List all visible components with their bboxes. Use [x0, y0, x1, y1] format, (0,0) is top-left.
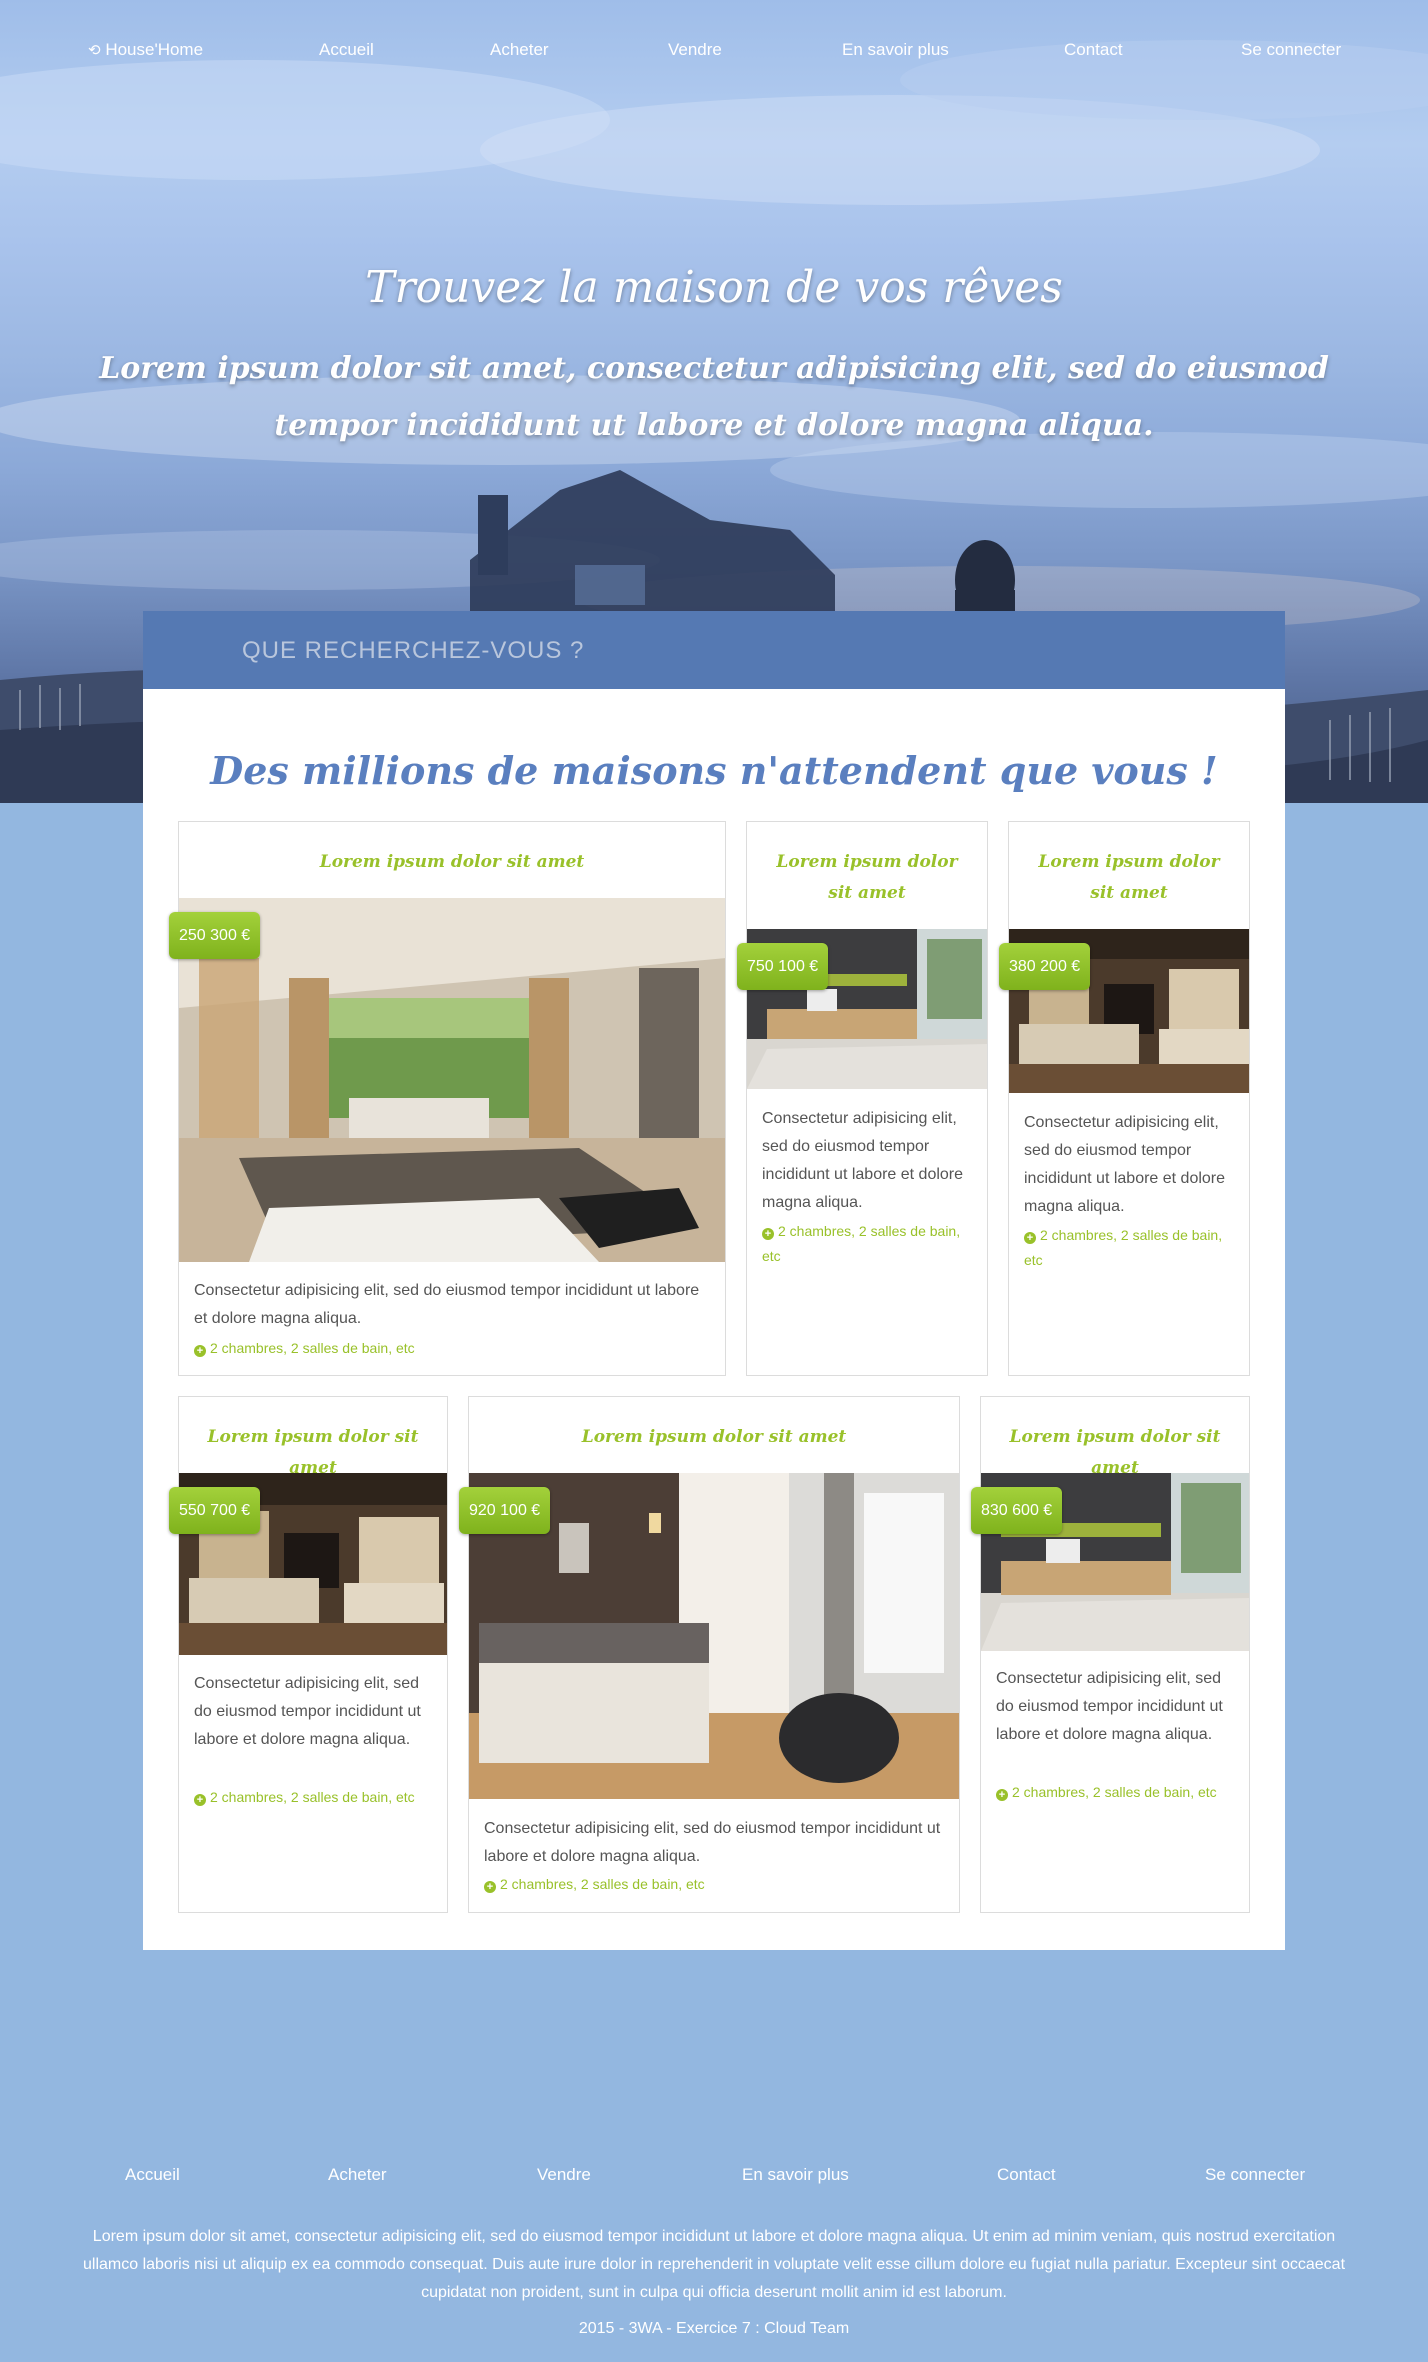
listing-description: Consectetur adipisicing elit, sed do eiu…	[194, 1282, 700, 1327]
price-badge: 920 100 €	[459, 1487, 551, 1534]
listings-heading: Des millions de maisons n'attendent que …	[210, 748, 1218, 793]
listing-features: +2 chambres, 2 salles de bain, etc	[996, 1780, 1239, 1805]
listing-description: Consectetur adipisicing elit, sed do eiu…	[194, 1675, 421, 1748]
listing-features: +2 chambres, 2 salles de bain, etc	[1024, 1223, 1239, 1273]
logo-text: House'Home	[105, 40, 204, 59]
search-bar[interactable]: QUE RECHERCHEZ-VOUS ?	[143, 611, 1285, 689]
listing-card[interactable]: Lorem ipsum dolor sit amet 550 700 € Con…	[169, 1396, 448, 1913]
price-badge: 380 200 €	[999, 943, 1091, 990]
listing-features: +2 chambres, 2 salles de bain, etc	[484, 1872, 949, 1897]
nav-item-accueil[interactable]: Accueil	[319, 40, 374, 60]
top-navigation: ⟲ House'Home Accueil Acheter Vendre En s…	[0, 40, 1428, 70]
price-badge: 250 300 €	[169, 912, 261, 959]
plus-circle-icon: +	[194, 1345, 206, 1357]
features-text: 2 chambres, 2 salles de bain, etc	[500, 1876, 705, 1892]
footer-text: Lorem ipsum dolor sit amet, consectetur …	[82, 2228, 1346, 2301]
footer-item-se-connecter[interactable]: Se connecter	[1205, 2165, 1305, 2185]
listing-title: Lorem ipsum dolor sit amet	[581, 1427, 847, 1447]
listing-description: Consectetur adipisicing elit, sed do eiu…	[484, 1820, 941, 1865]
price-badge: 550 700 €	[169, 1487, 261, 1534]
listing-description: Consectetur adipisicing elit, sed do eiu…	[762, 1110, 964, 1211]
plus-circle-icon: +	[996, 1789, 1008, 1801]
listing-card[interactable]: Lorem ipsum dolor sit amet 250 300 € Con…	[169, 821, 726, 1376]
nav-item-acheter[interactable]: Acheter	[490, 40, 549, 60]
listing-title: Lorem ipsum dolor sit amet	[319, 852, 585, 872]
listing-photo[interactable]	[179, 898, 725, 1262]
footer-copyright: 2015 - 3WA - Exercice 7 : Cloud Team	[578, 2320, 850, 2337]
plus-circle-icon: +	[1024, 1232, 1036, 1244]
features-text: 2 chambres, 2 salles de bain, etc	[762, 1223, 961, 1264]
plus-circle-icon: +	[194, 1794, 206, 1806]
features-text: 2 chambres, 2 salles de bain, etc	[1012, 1784, 1217, 1800]
plus-circle-icon: +	[762, 1228, 774, 1240]
footer-item-contact[interactable]: Contact	[997, 2165, 1056, 2185]
logo-link[interactable]: ⟲ House'Home	[88, 40, 203, 60]
hero-title: Trouvez la maison de vos rêves	[365, 262, 1063, 313]
listing-title: Lorem ipsum dolor sit amet	[1038, 852, 1220, 903]
search-label: QUE RECHERCHEZ-VOUS ?	[242, 637, 585, 664]
footer-navigation: Accueil Acheter Vendre En savoir plus Co…	[0, 2165, 1428, 2195]
plus-circle-icon: +	[484, 1881, 496, 1893]
features-text: 2 chambres, 2 salles de bain, etc	[210, 1789, 415, 1805]
listing-title: Lorem ipsum dolor sit amet	[776, 852, 958, 903]
features-text: 2 chambres, 2 salles de bain, etc	[210, 1340, 415, 1356]
features-text: 2 chambres, 2 salles de bain, etc	[1024, 1227, 1223, 1268]
nav-item-vendre[interactable]: Vendre	[668, 40, 722, 60]
nav-item-contact[interactable]: Contact	[1064, 40, 1123, 60]
refresh-icon: ⟲	[88, 42, 101, 59]
listing-description: Consectetur adipisicing elit, sed do eiu…	[996, 1670, 1223, 1743]
listing-card[interactable]: Lorem ipsum dolor sit amet 380 200 € Con…	[999, 821, 1250, 1376]
footer-item-en-savoir-plus[interactable]: En savoir plus	[742, 2165, 849, 2185]
hero-subtitle: Lorem ipsum dolor sit amet, consectetur …	[99, 351, 1329, 443]
footer-item-vendre[interactable]: Vendre	[537, 2165, 591, 2185]
nav-item-en-savoir-plus[interactable]: En savoir plus	[842, 40, 949, 60]
nav-item-se-connecter[interactable]: Se connecter	[1241, 40, 1341, 60]
listing-card[interactable]: Lorem ipsum dolor sit amet 750 100 € Con…	[737, 821, 988, 1376]
listing-features: +2 chambres, 2 salles de bain, etc	[194, 1785, 437, 1810]
listing-description: Consectetur adipisicing elit, sed do eiu…	[1024, 1114, 1226, 1215]
listings-panel: QUE RECHERCHEZ-VOUS ? Des millions de ma…	[143, 611, 1285, 1950]
footer-item-acheter[interactable]: Acheter	[328, 2165, 387, 2185]
price-badge: 830 600 €	[971, 1487, 1063, 1534]
footer-item-accueil[interactable]: Accueil	[125, 2165, 180, 2185]
listing-card[interactable]: Lorem ipsum dolor sit amet 830 600 € Con…	[971, 1396, 1250, 1913]
price-badge: 750 100 €	[737, 943, 829, 990]
listing-features: +2 chambres, 2 salles de bain, etc	[194, 1336, 715, 1361]
listing-features: +2 chambres, 2 salles de bain, etc	[762, 1219, 977, 1269]
listing-card[interactable]: Lorem ipsum dolor sit amet 920 100 € Con…	[459, 1396, 960, 1913]
